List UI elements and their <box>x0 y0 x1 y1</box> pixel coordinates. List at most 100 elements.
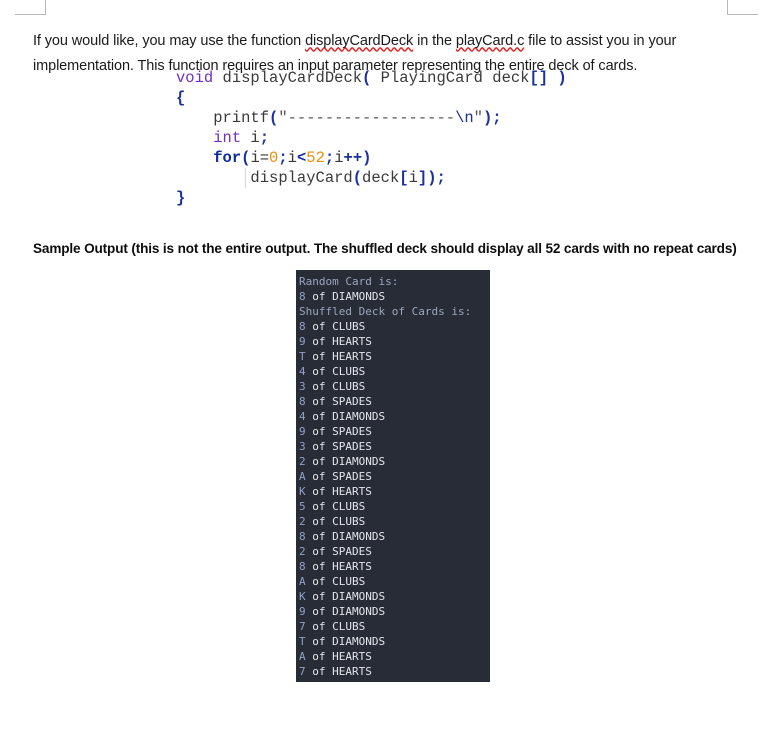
card-suit: of DIAMONDS <box>305 410 386 423</box>
card-rank: 5 <box>299 500 306 513</box>
card-rank: 8 <box>299 320 306 333</box>
card-rank: A <box>299 650 306 663</box>
terminal-header-line: Random Card is: <box>299 275 399 288</box>
card-suit: of CLUBS <box>305 575 366 588</box>
terminal-header-line: Shuffled Deck of Cards is: <box>299 305 472 318</box>
card-rank: 2 <box>299 545 306 558</box>
code-line: int i; <box>176 128 567 148</box>
intro-text-middle: in the <box>413 32 456 49</box>
terminal-card-line: 9 of DIAMONDS <box>299 604 490 619</box>
card-rank: 8 <box>299 530 306 543</box>
terminal-output-panel: Random Card is: 8 of DIAMONDS Shuffled Dec… <box>296 270 490 682</box>
card-suit: of DIAMONDS <box>305 635 386 648</box>
card-suit: of SPADES <box>305 425 372 438</box>
terminal-card-line: A of HEARTS <box>299 649 490 664</box>
card-suit: of DIAMONDS <box>305 290 386 303</box>
terminal-card-line: 8 of DIAMONDS <box>299 529 490 544</box>
card-rank: T <box>299 350 306 363</box>
card-rank: 8 <box>299 395 306 408</box>
card-rank: 7 <box>299 665 306 678</box>
code-token: < <box>296 149 307 167</box>
code-token: ; <box>278 149 288 167</box>
code-line: printf("------------------\n"); <box>176 108 567 128</box>
code-token: ( <box>352 169 363 187</box>
code-token: 52 <box>306 149 325 167</box>
code-token: [ <box>399 169 409 187</box>
card-suit: of CLUBS <box>305 515 366 528</box>
card-suit: of DIAMONDS <box>305 590 386 603</box>
terminal-card-line: 8 of SPADES <box>299 394 490 409</box>
code-block-displaycarddeck: void displayCardDeck( PlayingCard deck[]… <box>176 68 567 208</box>
code-token: i <box>408 169 418 187</box>
card-suit: of SPADES <box>305 470 372 483</box>
terminal-card-line: 5 of CLUBS <box>299 499 490 514</box>
code-line: for(i=0;i<52;i++) <box>176 148 567 168</box>
terminal-card-line: 8 of CLUBS <box>299 319 490 334</box>
code-line: displayCard(deck[i]); <box>176 168 567 188</box>
code-token: ] <box>417 169 428 187</box>
terminal-card-line: T of HEARTS <box>299 349 490 364</box>
card-rank: 8 <box>299 290 306 303</box>
terminal-card-line: 7 of CLUBS <box>299 619 490 634</box>
terminal-card-line: A of SPADES <box>299 469 490 484</box>
card-rank: K <box>299 485 306 498</box>
card-suit: of CLUBS <box>305 620 366 633</box>
code-token: ( <box>362 69 372 87</box>
card-suit: of HEARTS <box>305 350 372 363</box>
code-line: { <box>176 88 567 108</box>
card-rank: K <box>299 590 306 603</box>
code-token: ( <box>269 109 279 127</box>
code-token: } <box>176 189 186 207</box>
file-name-playcard-c: playCard.c <box>455 32 525 49</box>
code-token: printf <box>176 109 270 127</box>
code-token: ; <box>324 149 335 167</box>
code-token: displayCardDeck <box>213 69 363 87</box>
card-rank: 3 <box>299 440 306 453</box>
code-token: int <box>213 129 242 147</box>
code-token: displayCard <box>176 169 353 187</box>
card-suit: of CLUBS <box>305 320 366 333</box>
code-token: [] <box>529 69 549 87</box>
card-rank: 8 <box>299 560 306 573</box>
card-rank: 2 <box>299 515 306 528</box>
terminal-card-line: 2 of SPADES <box>299 544 490 559</box>
terminal-card-line: 9 of HEARTS <box>299 334 490 349</box>
code-token: i <box>241 129 260 147</box>
card-rank: T <box>299 635 306 648</box>
code-token: ; <box>259 129 270 147</box>
code-line: void displayCardDeck( PlayingCard deck[]… <box>176 68 567 88</box>
code-token: void <box>176 69 214 87</box>
terminal-card-line: 4 of CLUBS <box>299 364 490 379</box>
card-suit: of DIAMONDS <box>305 605 386 618</box>
page-crop-mark-top-left <box>15 0 46 15</box>
card-rank: A <box>299 575 306 588</box>
card-suit: of DIAMONDS <box>305 455 386 468</box>
code-token: { <box>176 89 186 107</box>
terminal-card-line: 7 of HEARTS <box>299 664 490 679</box>
card-rank: 3 <box>299 380 306 393</box>
terminal-card-line: 9 of SPADES <box>299 424 490 439</box>
card-suit: of DIAMONDS <box>305 530 386 543</box>
card-suit: of SPADES <box>305 545 372 558</box>
code-token: i <box>334 149 344 167</box>
card-rank: 7 <box>299 620 306 633</box>
card-rank: 9 <box>299 425 306 438</box>
terminal-card-line: 3 of CLUBS <box>299 379 490 394</box>
terminal-card-line: A of CLUBS <box>299 574 490 589</box>
terminal-card-line: 8 of HEARTS <box>299 559 490 574</box>
sample-output-caption: Sample Output (this is not the entire ou… <box>33 241 737 256</box>
terminal-card-line: 4 of DIAMONDS <box>299 409 490 424</box>
card-suit: of HEARTS <box>305 485 372 498</box>
function-name-displaycarddeck: displayCardDeck <box>305 32 414 49</box>
code-token: i <box>287 149 297 167</box>
code-token: "------------------ <box>278 109 456 127</box>
code-token: deck <box>362 169 400 187</box>
card-rank: 9 <box>299 605 306 618</box>
code-token: " <box>473 109 483 127</box>
terminal-card-line: 2 of DIAMONDS <box>299 454 490 469</box>
terminal-card-line: 3 of SPADES <box>299 439 490 454</box>
card-suit: of SPADES <box>305 440 372 453</box>
terminal-card-line: T of DIAMONDS <box>299 634 490 649</box>
intro-text-before-function: If you would like, you may use the funct… <box>33 32 306 49</box>
